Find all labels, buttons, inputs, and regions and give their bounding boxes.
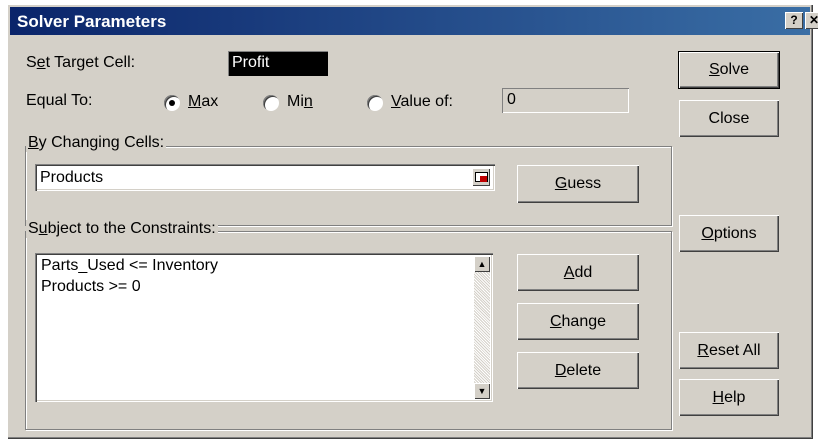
value-of-input[interactable]: 0 xyxy=(502,88,629,113)
close-label: Close xyxy=(708,110,750,127)
target-cell-label: Set Target Cell: xyxy=(26,54,136,71)
options-button[interactable]: Options xyxy=(679,215,779,252)
equal-to-label: Equal To: xyxy=(26,92,93,109)
constraint-item[interactable]: Products >= 0 xyxy=(41,278,141,296)
changing-cells-input[interactable]: Products xyxy=(35,164,495,191)
target-cell-value: Profit xyxy=(232,54,270,71)
reset-all-button[interactable]: Reset All xyxy=(679,332,779,369)
delete-button[interactable]: Delete xyxy=(517,352,639,389)
guess-label: Guess xyxy=(554,175,602,192)
reset-all-label: Reset All xyxy=(697,342,761,359)
add-button[interactable]: Add xyxy=(517,254,639,291)
constraint-item[interactable]: Parts_Used <= Inventory xyxy=(41,257,218,275)
value-of-radio[interactable] xyxy=(367,95,383,111)
help-icon[interactable]: ? xyxy=(785,12,803,29)
constraints-label: Subject to the Constraints: xyxy=(26,220,218,238)
close-button[interactable]: Close xyxy=(679,100,779,137)
scroll-up-icon[interactable]: ▲ xyxy=(474,256,490,272)
range-collapse-icon[interactable] xyxy=(472,168,490,186)
constraints-scrollbar[interactable]: ▲ ▼ xyxy=(474,256,490,399)
add-label: Add xyxy=(563,264,593,281)
scroll-down-icon[interactable]: ▼ xyxy=(474,383,490,399)
changing-cells-label: By Changing Cells: xyxy=(26,134,167,152)
solver-dialog: Solver Parameters ? ✕ Set Target Cell: P… xyxy=(7,4,818,439)
target-cell-input[interactable]: Profit xyxy=(228,51,328,76)
value-of-value: 0 xyxy=(507,91,516,108)
change-label: Change xyxy=(549,313,607,330)
title-bar: Solver Parameters ? ✕ xyxy=(10,7,818,35)
guess-button[interactable]: Guess xyxy=(517,165,639,203)
changing-cells-value: Products xyxy=(40,169,104,186)
change-button[interactable]: Change xyxy=(517,303,639,340)
help-label: Help xyxy=(712,389,746,406)
solve-label: Solve xyxy=(708,61,750,78)
options-label: Options xyxy=(701,225,757,242)
min-radio[interactable] xyxy=(263,95,279,111)
constraints-list[interactable]: Parts_Used <= Inventory Products >= 0 ▲ … xyxy=(35,253,493,402)
close-icon[interactable]: ✕ xyxy=(805,12,818,29)
solve-button[interactable]: Solve xyxy=(678,51,780,89)
max-label: Max xyxy=(188,93,219,110)
window-title: Solver Parameters xyxy=(17,12,167,31)
min-label: Min xyxy=(287,93,313,110)
value-of-label: Value of: xyxy=(391,93,453,110)
help-button[interactable]: Help xyxy=(679,379,779,416)
delete-label: Delete xyxy=(554,362,602,379)
max-radio[interactable] xyxy=(164,95,180,111)
